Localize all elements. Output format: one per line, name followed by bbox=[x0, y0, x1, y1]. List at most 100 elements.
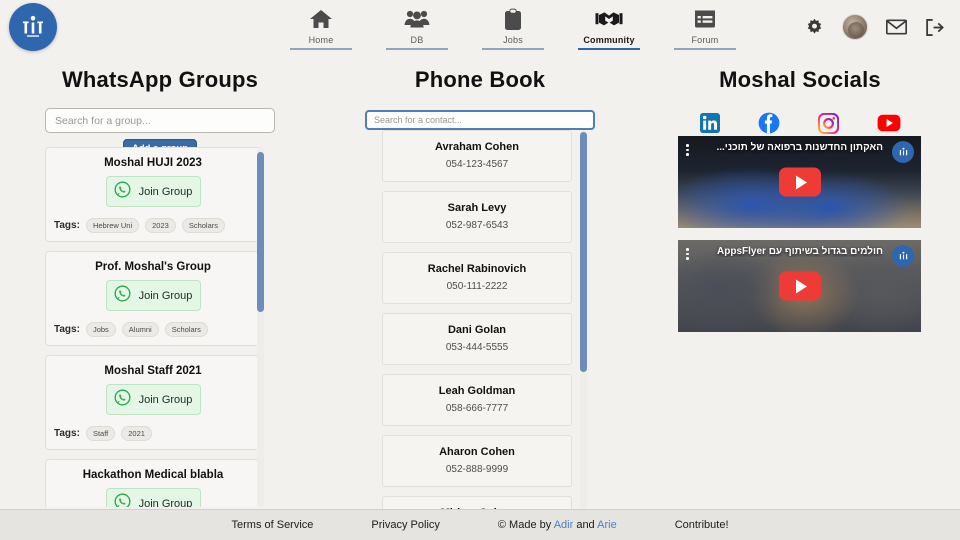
terms-of-service-link[interactable]: Terms of Service bbox=[232, 519, 314, 531]
group-tags-row: Tags: Jobs Alumni Scholars bbox=[54, 322, 252, 337]
nav-item-jobs[interactable]: Jobs bbox=[482, 6, 544, 54]
main-navigation: Home DB Jobs Community Forum bbox=[290, 0, 736, 54]
home-icon bbox=[309, 6, 333, 32]
join-group-button[interactable]: Join Group bbox=[105, 176, 201, 207]
group-tag[interactable]: Alumni bbox=[121, 322, 159, 337]
nav-label-jobs: Jobs bbox=[503, 35, 523, 45]
contact-card[interactable]: Aharon Cohen 052-888-9999 bbox=[382, 435, 572, 487]
socials-column: Moshal Socials האקתון החדשנות ברפואה של … bbox=[640, 54, 960, 510]
instagram-icon[interactable] bbox=[817, 112, 839, 134]
group-tag[interactable]: Hebrew Uni bbox=[85, 218, 140, 233]
whatsapp-column-title: WhatsApp Groups bbox=[61, 67, 259, 92]
contact-phone: 053-444-5555 bbox=[445, 342, 509, 353]
group-tag[interactable]: Scholars bbox=[181, 218, 225, 233]
contact-name: Rachel Rabinovich bbox=[427, 263, 527, 275]
video-0-title: האקתון החדשנות ברפואה של תוכני... bbox=[716, 142, 883, 153]
contact-name: Sarah Levy bbox=[447, 202, 507, 214]
group-tag[interactable]: Scholars bbox=[164, 322, 208, 337]
whatsapp-scrollbar-thumb[interactable] bbox=[257, 152, 264, 312]
contact-phone: 052-987-6543 bbox=[445, 220, 509, 231]
whatsapp-icon bbox=[114, 181, 131, 203]
join-group-button[interactable]: Join Group bbox=[105, 280, 201, 311]
video-0-play-button[interactable] bbox=[778, 167, 821, 197]
credit-text: © Made by Adir and Arie bbox=[498, 519, 617, 531]
contact-card[interactable]: Sarah Levy 052-987-6543 bbox=[382, 191, 572, 243]
contact-card[interactable]: Leah Goldman 058-666-7777 bbox=[382, 374, 572, 426]
group-card: Moshal Staff 2021 Join Group Tags: Staff 202… bbox=[45, 355, 261, 450]
phonebook-column-title: Phone Book bbox=[414, 67, 546, 92]
gear-icon[interactable] bbox=[805, 18, 824, 37]
contribute-link[interactable]: Contribute! bbox=[675, 519, 729, 531]
video-1-channel-avatar[interactable] bbox=[892, 245, 914, 267]
join-group-label: Join Group bbox=[138, 393, 193, 406]
avatar[interactable] bbox=[842, 14, 868, 40]
group-card: Hackathon Medical blabla Join Group bbox=[45, 459, 261, 507]
tags-label: Tags: bbox=[54, 220, 80, 231]
privacy-policy-link[interactable]: Privacy Policy bbox=[371, 519, 439, 531]
play-triangle-icon bbox=[795, 279, 807, 293]
credit-link-adir[interactable]: Adir bbox=[554, 519, 574, 531]
moshal-logo[interactable] bbox=[9, 3, 57, 51]
group-tags-row: Tags: Staff 2021 bbox=[54, 426, 252, 441]
contact-phone: 054-123-4567 bbox=[445, 159, 509, 170]
nav-item-db[interactable]: DB bbox=[386, 6, 448, 54]
nav-underline-home bbox=[290, 48, 352, 50]
video-1-title: חולמים בגדול בשיתוף עם AppsFlyer bbox=[717, 246, 883, 257]
envelope-icon[interactable] bbox=[886, 19, 907, 35]
group-tag[interactable]: 2023 bbox=[145, 218, 176, 233]
contact-name: Leah Goldman bbox=[438, 385, 516, 397]
nav-underline-community bbox=[578, 47, 640, 50]
contact-card[interactable]: Avraham Cohen 054-123-4567 bbox=[382, 130, 572, 182]
phonebook-scroll-area[interactable]: Avraham Cohen 054-123-4567 Sarah Levy 052-9… bbox=[382, 130, 598, 510]
credit-link-arie[interactable]: Arie bbox=[597, 519, 617, 531]
facebook-icon[interactable] bbox=[758, 112, 780, 134]
video-thumbnail-0[interactable]: האקתון החדשנות ברפואה של תוכני... bbox=[678, 136, 921, 228]
linkedin-icon[interactable] bbox=[699, 112, 720, 134]
group-card: Prof. Moshal's Group Join Group Tags: Jobs A… bbox=[45, 251, 261, 346]
play-triangle-icon bbox=[795, 175, 807, 189]
group-tag[interactable]: Jobs bbox=[85, 322, 116, 337]
tags-label: Tags: bbox=[54, 324, 80, 335]
main-content: WhatsApp Groups Add a group Moshal HUJI … bbox=[0, 54, 960, 510]
video-thumbnail-1[interactable]: חולמים בגדול בשיתוף עם AppsFlyer bbox=[678, 240, 921, 332]
video-1-kebab-menu-icon[interactable] bbox=[686, 248, 689, 260]
header-actions bbox=[805, 0, 944, 54]
contact-card[interactable]: Miriam Cohen054-222-3333 bbox=[382, 496, 572, 510]
phonebook-scrollbar-thumb[interactable] bbox=[580, 132, 587, 372]
credit-prefix: © Made by bbox=[497, 519, 554, 531]
group-search-input[interactable] bbox=[45, 108, 275, 133]
join-group-button[interactable]: Join Group bbox=[105, 384, 201, 415]
nav-label-community: Community bbox=[583, 34, 635, 45]
group-tag[interactable]: Staff bbox=[85, 426, 116, 441]
nav-item-home[interactable]: Home bbox=[290, 6, 352, 54]
nav-label-home: Home bbox=[308, 35, 334, 45]
contacts-list: Avraham Cohen 054-123-4567 Sarah Levy 052-9… bbox=[382, 130, 572, 510]
contact-card[interactable]: Rachel Rabinovich 050-111-2222 bbox=[382, 252, 572, 304]
video-0-kebab-menu-icon[interactable] bbox=[686, 144, 689, 156]
whatsapp-groups-scroll-area[interactable]: Moshal HUJI 2023 Join Group Tags: Hebrew Un… bbox=[45, 147, 275, 507]
video-1-play-button[interactable] bbox=[778, 271, 821, 301]
nav-underline-forum bbox=[674, 48, 736, 50]
contact-name: Aharon Cohen bbox=[439, 446, 515, 458]
contact-search-input[interactable] bbox=[365, 110, 595, 130]
nav-item-forum[interactable]: Forum bbox=[674, 6, 736, 54]
contact-card[interactable]: Dani Golan 053-444-5555 bbox=[382, 313, 572, 365]
nav-underline-jobs bbox=[482, 48, 544, 50]
youtube-icon[interactable] bbox=[877, 112, 901, 134]
group-name: Moshal HUJI 2023 bbox=[104, 157, 202, 169]
app-header: Home DB Jobs Community Forum bbox=[0, 0, 960, 54]
nav-item-community[interactable]: Community bbox=[578, 6, 640, 55]
group-tags-row: Tags: Hebrew Uni 2023 Scholars bbox=[54, 218, 252, 233]
whatsapp-groups-column: WhatsApp Groups Add a group Moshal HUJI … bbox=[0, 54, 320, 510]
join-group-button[interactable]: Join Group bbox=[105, 488, 201, 507]
contact-phone: 052-888-9999 bbox=[445, 464, 509, 475]
group-name: Prof. Moshal's Group bbox=[95, 261, 211, 273]
video-0-channel-avatar[interactable] bbox=[892, 141, 914, 163]
list-icon bbox=[694, 6, 716, 32]
whatsapp-groups-list: Moshal HUJI 2023 Join Group Tags: Hebrew Un… bbox=[45, 147, 261, 507]
group-name: Hackathon Medical blabla bbox=[82, 469, 224, 481]
social-links bbox=[640, 112, 960, 134]
group-tag[interactable]: 2021 bbox=[121, 426, 152, 441]
logout-icon[interactable] bbox=[925, 18, 944, 36]
socials-column-title: Moshal Socials bbox=[719, 67, 881, 92]
